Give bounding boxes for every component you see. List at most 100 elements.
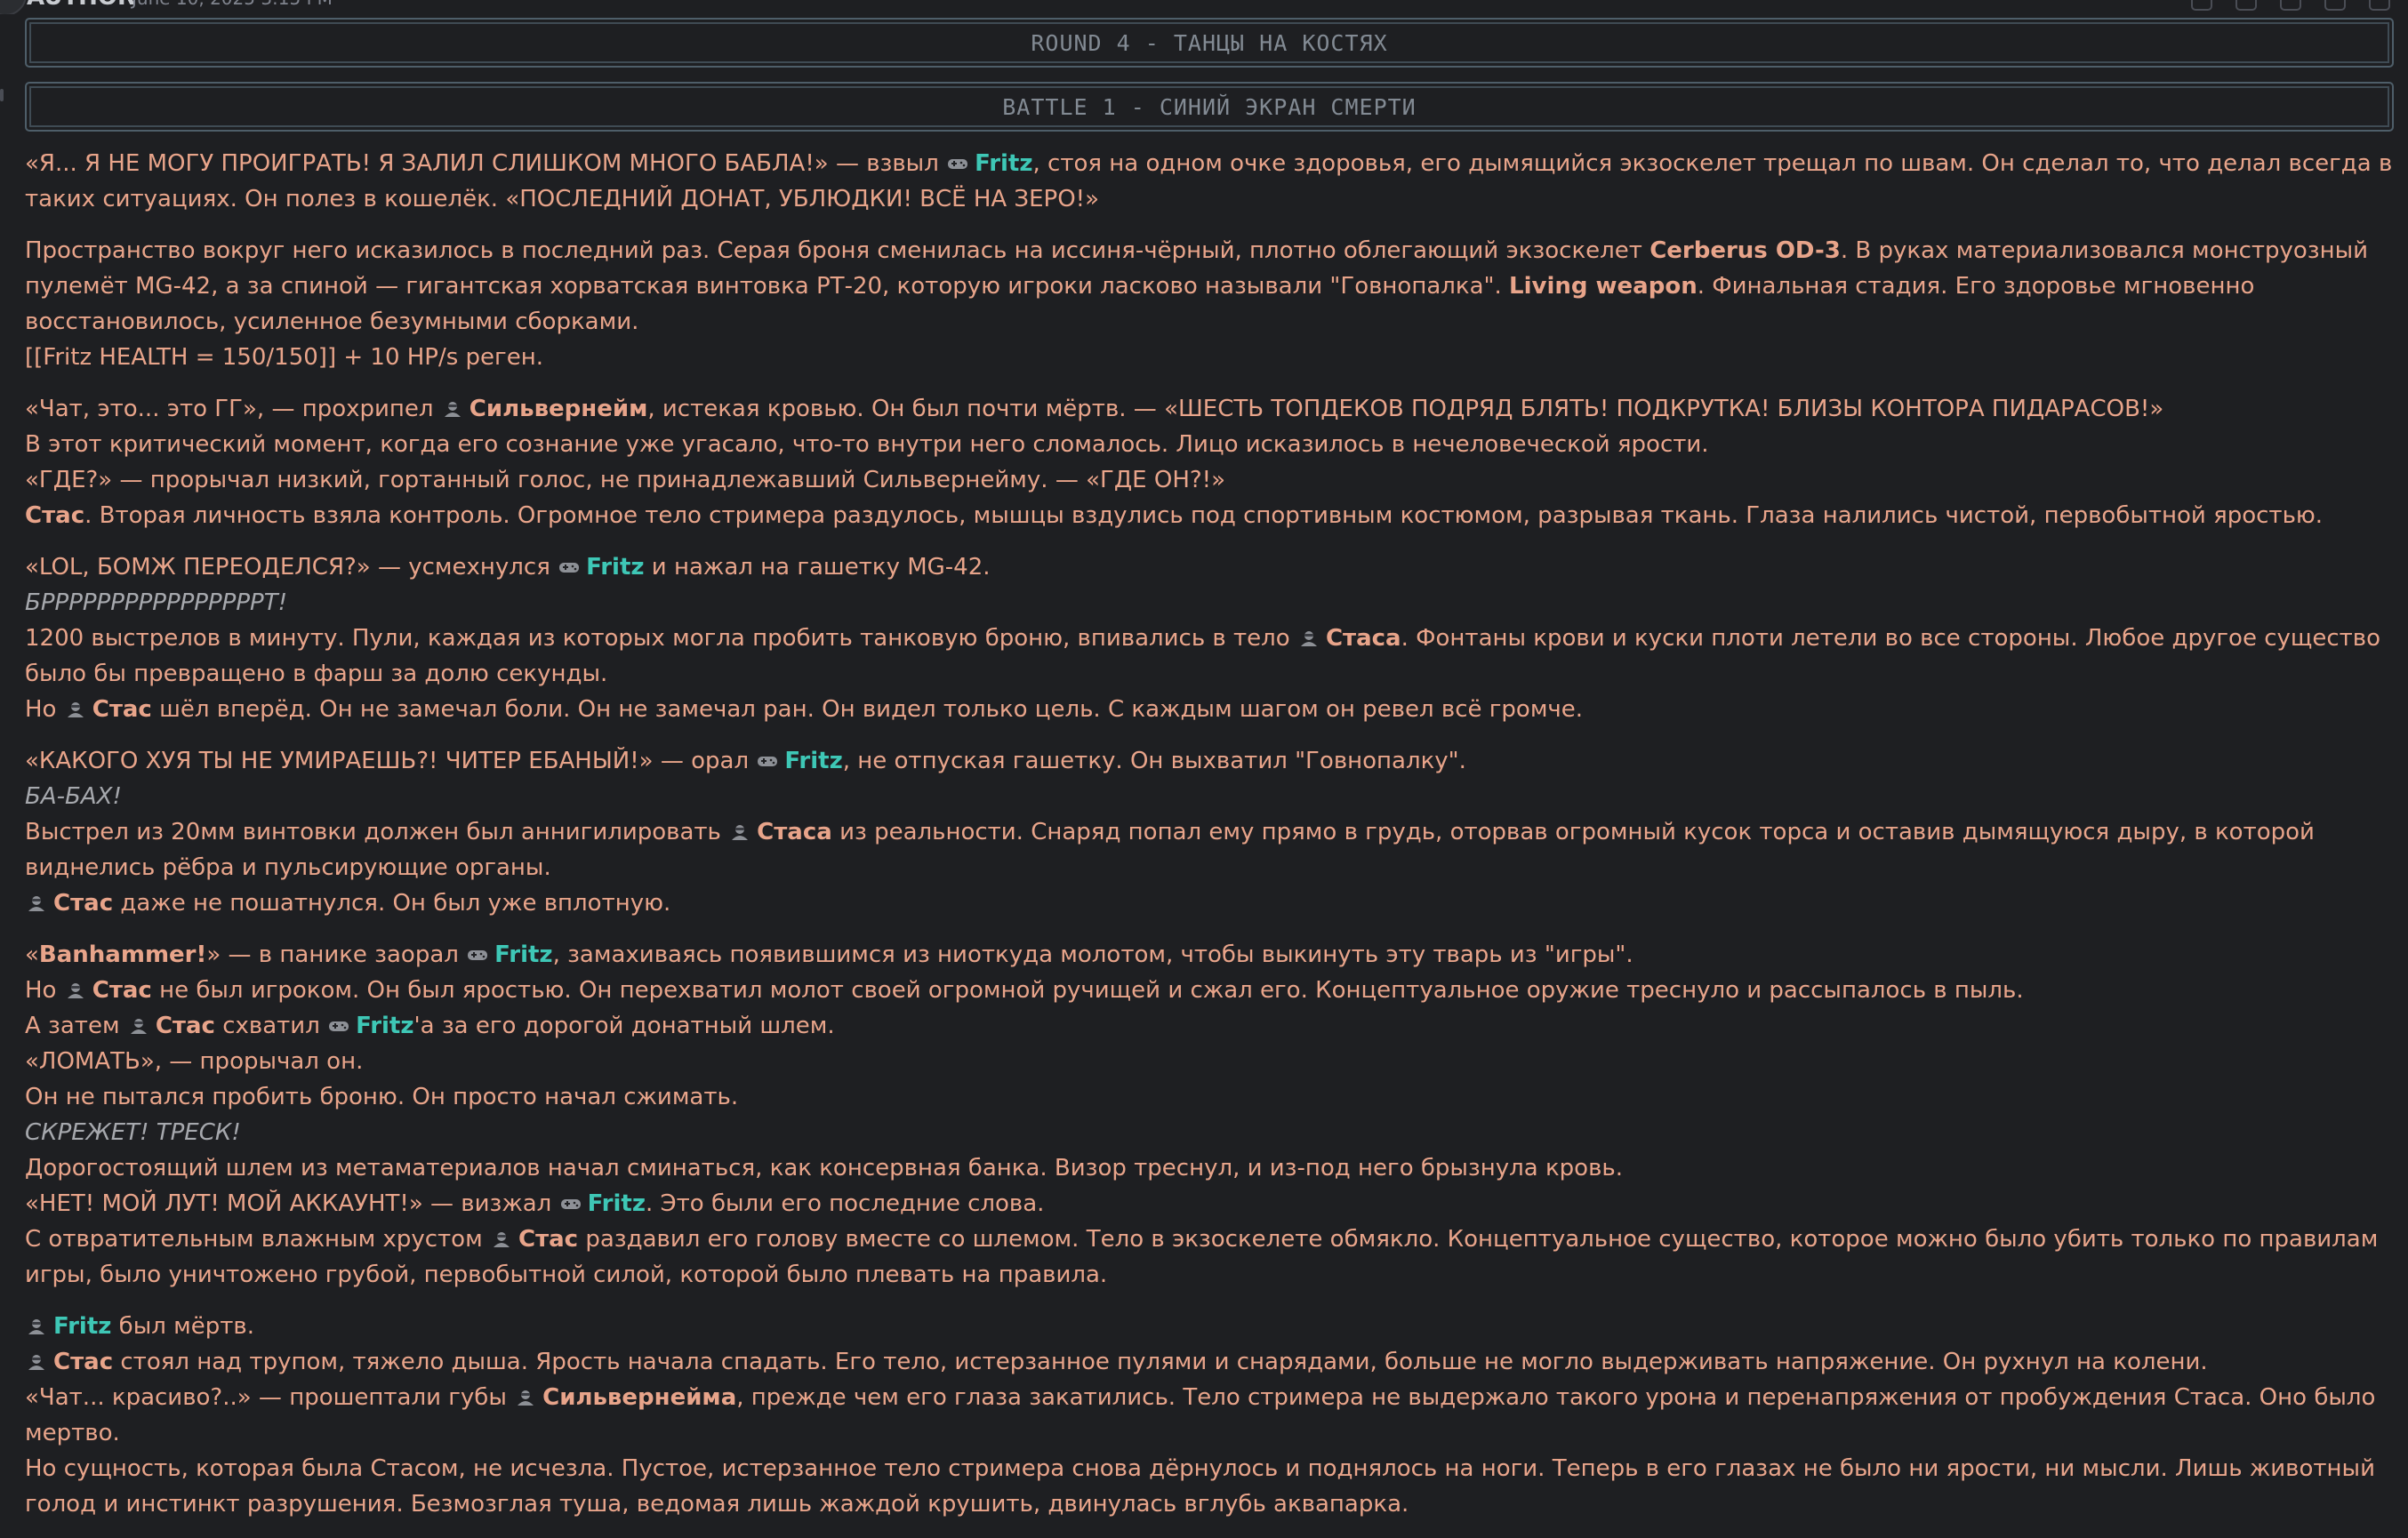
- story-line: «Чат... красиво?..» — прошептали губы Си…: [25, 1380, 2394, 1451]
- more-options-icon[interactable]: [2369, 0, 2390, 11]
- user-avatar-icon: [732, 825, 749, 840]
- message-actions-toolbar: [2191, 0, 2390, 11]
- story-line: Стас даже не пошатнулся. Он был уже впло…: [25, 885, 2394, 921]
- user-mention[interactable]: Сильвернейм: [470, 396, 648, 422]
- story-line: «ГДЕ?» — прорычал низкий, гортанный голо…: [25, 462, 2394, 498]
- user-mention-fritz[interactable]: Fritz: [586, 554, 644, 581]
- user-mention[interactable]: Сильвернейма: [542, 1384, 736, 1411]
- story-line: «LOL, БОМЖ ПЕРЕОДЕЛСЯ?» — усмехнулся Fri…: [25, 549, 2394, 585]
- text-segment: . Вторая личность взяла контроль. Огромн…: [84, 502, 2324, 529]
- user-mention[interactable]: Стас: [156, 1013, 215, 1039]
- gamepad-icon: [560, 1199, 581, 1209]
- author-name[interactable]: AUTHOR: [27, 0, 135, 11]
- thread-icon[interactable]: [2324, 0, 2346, 11]
- text-segment: , не отпуская гашетку. Он выхватил "Говн…: [842, 748, 1466, 774]
- story-line: С отвратительным влажным хрустом Стас ра…: [25, 1222, 2394, 1293]
- story-line: БА-БАХ!: [25, 779, 2394, 814]
- gamepad-icon: [948, 159, 968, 169]
- text-segment: и нажал на гашетку MG-42.: [644, 554, 991, 581]
- user-avatar-icon: [130, 1019, 147, 1034]
- story-line: Стас стоял над трупом, тяжело дыша. Ярос…: [25, 1344, 2394, 1380]
- text-segment: «ГДЕ?» — прорычал низкий, гортанный голо…: [25, 467, 1225, 493]
- user-avatar-icon: [444, 402, 461, 417]
- story-line: Стас. Вторая личность взяла контроль. Ог…: [25, 498, 2394, 533]
- story-paragraph: «LOL, БОМЖ ПЕРЕОДЕЛСЯ?» — усмехнулся Fri…: [25, 549, 2394, 727]
- bold-text: Стас: [25, 502, 85, 529]
- add-reaction-icon[interactable]: [2191, 0, 2212, 11]
- story-line: «Я... Я НЕ МОГУ ПРОИГРАТЬ! Я ЗАЛИЛ СЛИШК…: [25, 146, 2394, 217]
- text-segment: «Чат... красиво?..» — прошептали губы: [25, 1384, 515, 1411]
- story-line: «Banhammer!» — в панике заорал Fritz, за…: [25, 937, 2394, 973]
- message-content: ROUND 4 - ТАНЦЫ НА КОСТЯХ BATTLE 1 - СИН…: [25, 18, 2394, 1538]
- story-line: БРРРРРРРРРРРРРРРРТ!: [25, 585, 2394, 621]
- text-segment: даже не пошатнулся. Он был уже вплотную.: [113, 890, 671, 917]
- text-segment: Он не пытался пробить броню. Он просто н…: [25, 1084, 739, 1110]
- message-timestamp: June 10, 2025 3:15 PM: [132, 0, 333, 9]
- story-line: Fritz был мёртв.: [25, 1309, 2394, 1344]
- story-paragraph: «Я... Я НЕ МОГУ ПРОИГРАТЬ! Я ЗАЛИЛ СЛИШК…: [25, 146, 2394, 217]
- bold-text: Banhammer!: [38, 941, 207, 968]
- story-line: [[Fritz HEALTH = 150/150]] + 10 HP/s рег…: [25, 340, 2394, 375]
- user-avatar-icon: [67, 983, 84, 998]
- text-segment: 'а за его дорогой донатный шлем.: [413, 1013, 835, 1039]
- user-mention-fritz[interactable]: Fritz: [588, 1190, 646, 1217]
- story-line: Выстрел из 20мм винтовки должен был анни…: [25, 814, 2394, 885]
- gamepad-icon: [758, 757, 778, 766]
- story-line: 1200 выстрелов в минуту. Пули, каждая из…: [25, 621, 2394, 692]
- battle-banner: BATTLE 1 - СИНИЙ ЭКРАН СМЕРТИ: [25, 82, 2394, 132]
- user-avatar-icon: [28, 1319, 44, 1334]
- round-banner: ROUND 4 - ТАНЦЫ НА КОСТЯХ: [25, 18, 2394, 68]
- user-mention[interactable]: Стас: [53, 1349, 113, 1375]
- text-segment: Выстрел из 20мм винтовки должен был анни…: [25, 819, 729, 845]
- sound-effect-text: БА-БАХ!: [25, 783, 122, 810]
- user-mention[interactable]: Стас: [53, 890, 113, 917]
- author-avatar[interactable]: [0, 0, 27, 14]
- user-mention[interactable]: Стас: [92, 977, 152, 1004]
- story-line: А затем Стас схватил Fritz'а за его доро…: [25, 1008, 2394, 1044]
- user-avatar-icon: [28, 896, 44, 911]
- story-paragraph: Fritz был мёртв. Стас стоял над трупом, т…: [25, 1309, 2394, 1522]
- text-segment: «ЛОМАТЬ», — прорычал он.: [25, 1048, 364, 1075]
- text-segment: , истекая кровью. Он был почти мёртв. — …: [647, 396, 2164, 422]
- text-segment: » — в панике заорал: [206, 941, 467, 968]
- story-line: Пространство вокруг него исказилось в по…: [25, 233, 2394, 340]
- user-mention-fritz[interactable]: Fritz: [784, 748, 842, 774]
- story-paragraph: «Чат, это... это ГГ», — прохрипел Сильве…: [25, 391, 2394, 533]
- text-segment: В этот критический момент, когда его соз…: [25, 431, 1709, 458]
- user-mention-fritz[interactable]: Fritz: [975, 150, 1032, 177]
- story-line: Но сущность, которая была Стасом, не исч…: [25, 1451, 2394, 1522]
- user-mention-fritz[interactable]: Fritz: [494, 941, 552, 968]
- text-segment: «: [25, 941, 39, 968]
- text-segment: «КАКОГО ХУЯ ТЫ НЕ УМИРАЕШЬ?! ЧИТЕР ЕБАНЫ…: [25, 748, 757, 774]
- text-segment: шёл вперёд. Он не замечал боли. Он не за…: [151, 696, 1584, 723]
- gamepad-icon: [559, 563, 580, 573]
- gamepad-icon: [329, 1021, 349, 1031]
- text-segment: . Это были его последние слова.: [645, 1190, 1045, 1217]
- text-segment: Но сущность, которая была Стасом, не исч…: [25, 1455, 2375, 1518]
- story-line: «Чат, это... это ГГ», — прохрипел Сильве…: [25, 391, 2394, 427]
- sound-effect-text: СКРЕЖЕТ! ТРЕСК!: [25, 1119, 241, 1146]
- story-line: Он не пытался пробить броню. Он просто н…: [25, 1079, 2394, 1115]
- story-line: «НЕТ! МОЙ ЛУТ! МОЙ АККАУНТ!» — визжал Fr…: [25, 1186, 2394, 1222]
- edit-icon[interactable]: [2280, 0, 2301, 11]
- text-segment: «Я... Я НЕ МОГУ ПРОИГРАТЬ! Я ЗАЛИЛ СЛИШК…: [25, 150, 947, 177]
- bold-text: Cerberus OD-3: [1649, 237, 1841, 264]
- user-mention[interactable]: Стас: [518, 1226, 578, 1253]
- text-segment: был мёртв.: [111, 1313, 254, 1340]
- story-line: «ЛОМАТЬ», — прорычал он.: [25, 1044, 2394, 1079]
- user-avatar-icon: [493, 1232, 510, 1247]
- text-segment: А затем: [25, 1013, 127, 1039]
- user-avatar-icon: [67, 702, 84, 717]
- reply-icon[interactable]: [2235, 0, 2257, 11]
- user-mention-fritz[interactable]: Fritz: [356, 1013, 413, 1039]
- user-avatar-icon: [518, 1390, 534, 1406]
- user-mention-fritz[interactable]: Fritz: [53, 1313, 111, 1340]
- story-line: Но Стас шёл вперёд. Он не замечал боли. …: [25, 692, 2394, 727]
- bold-text: Living weapon: [1509, 273, 1698, 300]
- story-line: Дорогостоящий шлем из метаматериалов нач…: [25, 1150, 2394, 1186]
- user-mention[interactable]: Стас: [92, 696, 152, 723]
- user-mention[interactable]: Стаса: [757, 819, 832, 845]
- text-segment: [[Fritz HEALTH = 150/150]] + 10 HP/s рег…: [25, 344, 543, 371]
- message-header-strip: AUTHOR June 10, 2025 3:15 PM: [0, 0, 2408, 14]
- user-mention[interactable]: Стаса: [1326, 625, 1401, 652]
